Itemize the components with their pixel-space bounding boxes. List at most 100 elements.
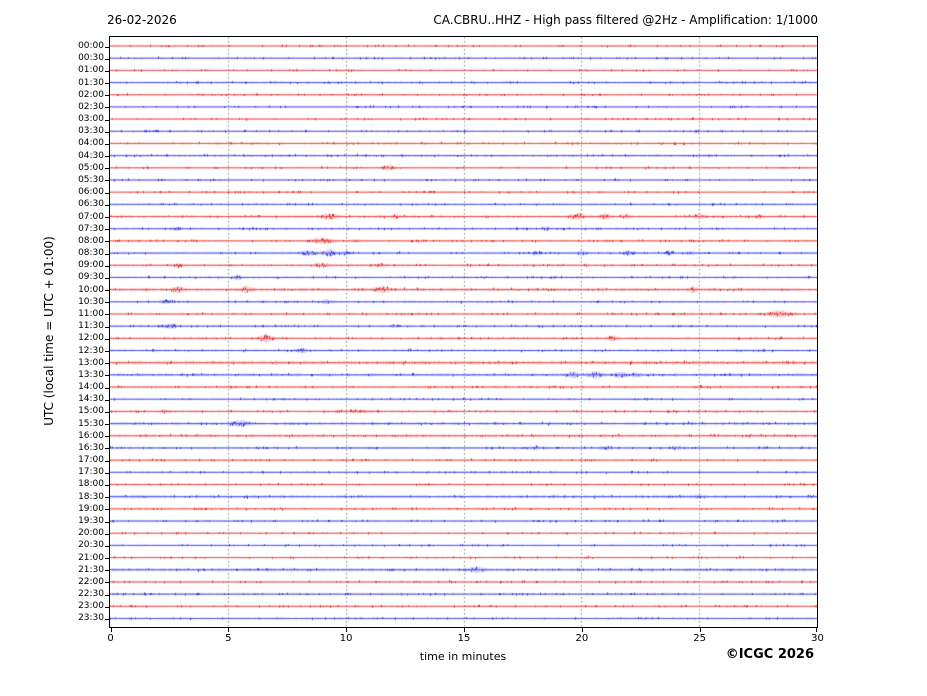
y-tick-label: 13:00 <box>78 357 104 368</box>
y-tick-label: 19:00 <box>78 503 104 514</box>
y-tick-mark <box>105 387 110 389</box>
y-tick-label: 02:00 <box>78 89 104 100</box>
y-tick-mark <box>105 582 110 584</box>
y-tick-mark <box>105 290 110 292</box>
y-tick-label: 03:00 <box>78 114 104 125</box>
y-tick-mark <box>105 156 110 158</box>
y-tick-mark <box>105 253 110 255</box>
x-axis-title: time in minutes <box>419 650 507 663</box>
x-tick-label: 10 <box>339 633 353 644</box>
y-tick-mark <box>105 46 110 48</box>
y-tick-mark <box>105 217 110 219</box>
y-tick-label: 07:30 <box>78 223 104 234</box>
x-tick-label: 5 <box>225 633 232 644</box>
y-tick-mark <box>105 83 110 85</box>
y-tick-mark <box>105 265 110 267</box>
y-tick-label: 08:00 <box>78 235 104 246</box>
y-tick-mark <box>105 509 110 511</box>
y-tick-mark <box>105 606 110 608</box>
y-tick-mark <box>105 618 110 620</box>
y-tick-mark <box>105 411 110 413</box>
x-tick-label: 15 <box>457 633 471 644</box>
y-tick-label: 02:30 <box>78 101 104 112</box>
y-tick-mark <box>105 314 110 316</box>
y-tick-label: 00:30 <box>78 53 104 64</box>
y-tick-label: 06:00 <box>78 187 104 198</box>
x-tick-mark <box>581 628 583 632</box>
y-tick-mark <box>105 241 110 243</box>
y-tick-mark <box>105 533 110 535</box>
y-tick-mark <box>105 168 110 170</box>
y-tick-label: 15:00 <box>78 406 104 417</box>
y-tick-label: 11:00 <box>78 308 104 319</box>
y-tick-mark <box>105 436 110 438</box>
y-tick-mark <box>105 192 110 194</box>
y-tick-mark <box>105 521 110 523</box>
y-tick-mark <box>105 119 110 121</box>
y-tick-label: 18:00 <box>78 479 104 490</box>
y-tick-mark <box>105 180 110 182</box>
y-tick-label: 17:30 <box>78 467 104 478</box>
x-tick-label: 30 <box>811 633 824 644</box>
y-tick-label: 13:30 <box>78 369 104 380</box>
y-tick-label: 22:30 <box>78 589 104 600</box>
y-tick-label: 19:30 <box>78 516 104 527</box>
y-tick-label: 10:00 <box>78 284 104 295</box>
y-tick-label: 21:30 <box>78 564 104 575</box>
y-tick-mark <box>105 558 110 560</box>
y-tick-mark <box>105 302 110 304</box>
y-tick-label: 23:30 <box>78 613 104 624</box>
y-tick-label: 16:30 <box>78 442 104 453</box>
y-tick-label: 20:30 <box>78 540 104 551</box>
y-tick-mark <box>105 326 110 328</box>
copyright-label: ©ICGC 2026 <box>725 647 814 662</box>
y-tick-label: 04:30 <box>78 150 104 161</box>
y-tick-label: 09:30 <box>78 272 104 283</box>
y-tick-label: 12:00 <box>78 333 104 344</box>
y-tick-label: 06:30 <box>78 199 104 210</box>
y-tick-label: 08:30 <box>78 248 104 259</box>
y-tick-mark <box>105 143 110 145</box>
y-tick-mark <box>105 131 110 133</box>
y-tick-label: 10:30 <box>78 296 104 307</box>
y-tick-mark <box>105 277 110 279</box>
x-tick-mark <box>110 628 112 632</box>
y-tick-mark <box>105 484 110 486</box>
y-tick-label: 00:00 <box>78 41 104 51</box>
y-tick-label: 11:30 <box>78 321 104 332</box>
y-tick-mark <box>105 545 110 547</box>
y-tick-label: 05:30 <box>78 174 104 185</box>
x-tick-mark <box>228 628 230 632</box>
y-tick-label: 07:00 <box>78 211 104 222</box>
y-tick-label: 21:00 <box>78 552 104 563</box>
y-tick-mark <box>105 351 110 352</box>
y-tick-mark <box>105 399 110 401</box>
date-label: 26-02-2026 <box>107 13 177 27</box>
y-tick-mark <box>105 472 110 474</box>
y-tick-mark <box>105 204 110 206</box>
helicorder-figure: 26-02-2026 CA.CBRU..HHZ - High pass filt… <box>0 0 927 696</box>
y-tick-mark <box>105 107 110 109</box>
y-tick-mark <box>105 58 110 60</box>
y-tick-mark <box>105 594 110 596</box>
y-tick-label: 18:30 <box>78 491 104 502</box>
y-tick-mark <box>105 424 110 426</box>
y-tick-label: 20:00 <box>78 528 104 539</box>
y-tick-label: 12:30 <box>78 345 104 356</box>
y-tick-mark <box>105 570 110 572</box>
y-tick-mark <box>105 95 110 97</box>
x-tick-label: 25 <box>693 633 707 644</box>
x-tick-mark <box>346 628 348 632</box>
x-tick-label: 20 <box>575 633 589 644</box>
plot-title: CA.CBRU..HHZ - High pass filtered @2Hz -… <box>433 13 818 27</box>
plot-area <box>109 36 818 628</box>
y-tick-label: 17:00 <box>78 455 104 466</box>
y-tick-label: 04:00 <box>78 138 104 149</box>
y-tick-mark <box>105 338 110 340</box>
y-tick-label: 14:00 <box>78 382 104 393</box>
y-tick-label: 22:00 <box>78 576 104 587</box>
y-tick-mark <box>105 460 110 462</box>
y-tick-label: 23:00 <box>78 601 104 612</box>
y-tick-mark <box>105 448 110 450</box>
y-tick-label: 14:30 <box>78 394 104 405</box>
